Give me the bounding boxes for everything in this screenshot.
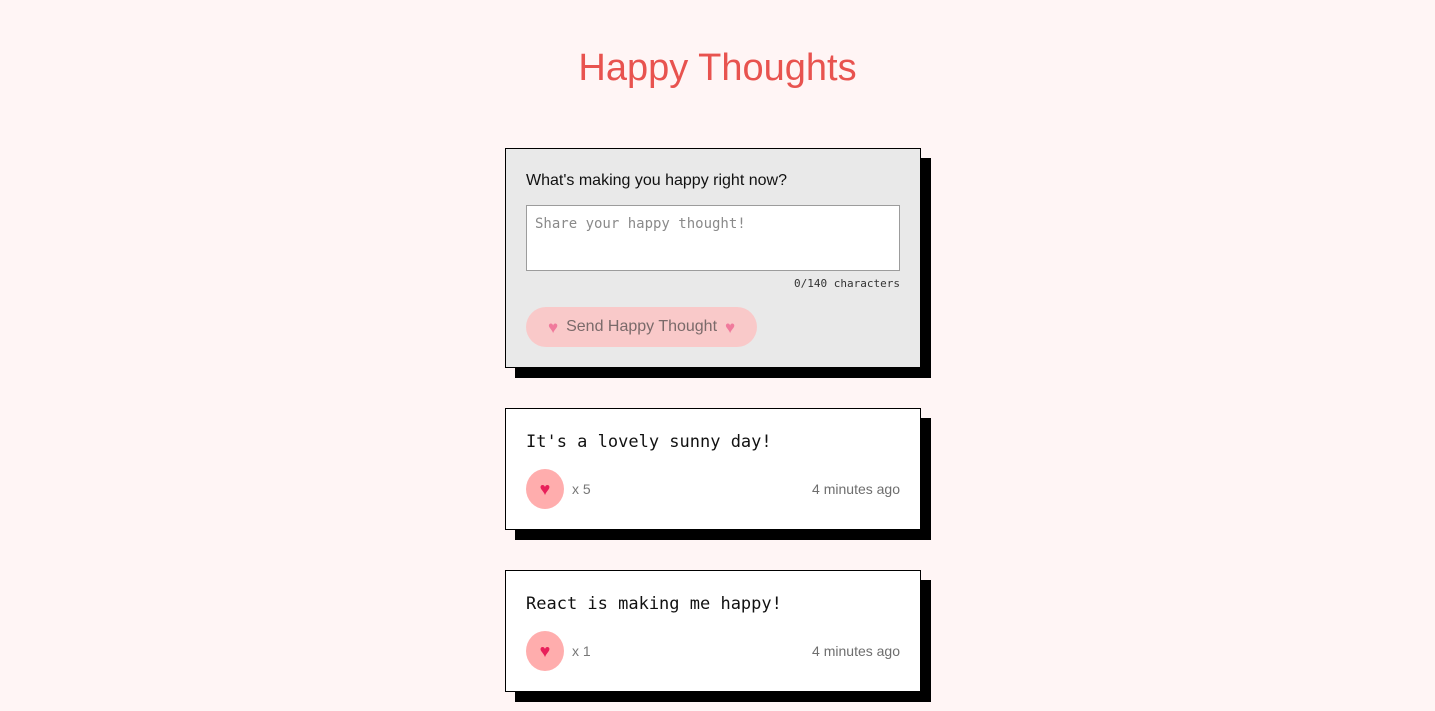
page-title: Happy Thoughts — [578, 47, 857, 89]
timestamp: 4 minutes ago — [812, 643, 900, 659]
thought-footer: ♥ x 1 4 minutes ago — [526, 631, 900, 671]
send-button-label: Send Happy Thought — [566, 318, 718, 335]
like-count: x 1 — [572, 643, 591, 659]
thought-card: React is making me happy! ♥ x 1 4 minute… — [505, 570, 921, 692]
thought-input[interactable] — [526, 205, 900, 271]
thought-message: React is making me happy! — [526, 594, 782, 614]
thought-card: It's a lovely sunny day! ♥ x 5 4 minutes… — [505, 408, 921, 530]
thought-form: What's making you happy right now? 0/140… — [505, 148, 921, 368]
thought-footer: ♥ x 5 4 minutes ago — [526, 469, 900, 509]
thought-message: It's a lovely sunny day! — [526, 432, 772, 452]
heart-icon: ♥ — [539, 641, 551, 661]
form-question: What's making you happy right now? — [526, 172, 787, 189]
heart-icon: ♥ — [548, 317, 559, 337]
like-button[interactable]: ♥ — [526, 469, 564, 509]
heart-icon: ♥ — [539, 479, 551, 499]
heart-icon: ♥ — [725, 317, 736, 337]
character-counter: 0/140 characters — [794, 277, 900, 290]
like-button[interactable]: ♥ — [526, 631, 564, 671]
send-happy-thought-button[interactable]: ♥ Send Happy Thought ♥ — [526, 307, 758, 347]
timestamp: 4 minutes ago — [812, 481, 900, 497]
like-count: x 5 — [572, 481, 591, 497]
